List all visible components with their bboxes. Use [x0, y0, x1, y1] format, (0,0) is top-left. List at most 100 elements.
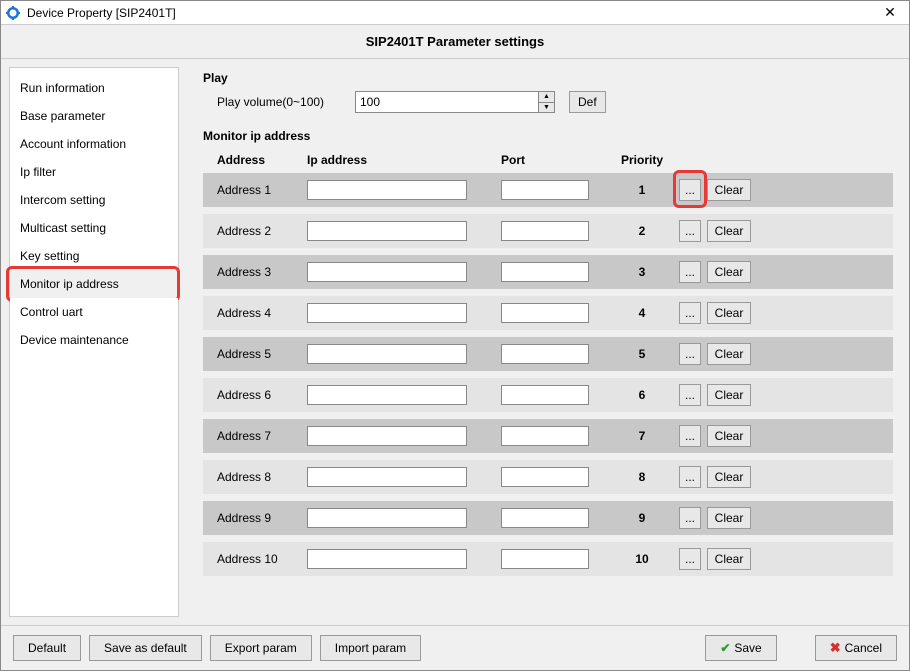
cancel-button[interactable]: ✖ Cancel	[815, 635, 897, 661]
browse-button[interactable]: ...	[679, 507, 701, 529]
sidebar-item-key-setting[interactable]: Key setting	[10, 242, 178, 270]
browse-button[interactable]: ...	[679, 425, 701, 447]
address-row: Address 7 7... Clear	[203, 419, 893, 453]
clear-button[interactable]: Clear	[707, 548, 751, 570]
clear-button[interactable]: Clear	[707, 384, 751, 406]
browse-button[interactable]: ...	[679, 548, 701, 570]
content: Run informationBase parameterAccount inf…	[1, 59, 909, 626]
browse-button[interactable]: ...	[679, 179, 701, 201]
clear-button[interactable]: Clear	[707, 302, 751, 324]
header-port: Port	[501, 153, 617, 167]
play-volume-spinner: ▲ ▼	[538, 92, 554, 112]
ip-address-input[interactable]	[307, 385, 467, 405]
port-input[interactable]	[501, 549, 589, 569]
browse-button[interactable]: ...	[679, 343, 701, 365]
browse-button[interactable]: ...	[679, 302, 701, 324]
clear-button[interactable]: Clear	[707, 425, 751, 447]
sidebar-item-ip-filter[interactable]: Ip filter	[10, 158, 178, 186]
sidebar: Run informationBase parameterAccount inf…	[9, 67, 179, 617]
priority-value: 6	[617, 388, 667, 402]
clear-button[interactable]: Clear	[707, 466, 751, 488]
browse-button[interactable]: ...	[679, 261, 701, 283]
sidebar-item-base-parameter[interactable]: Base parameter	[10, 102, 178, 130]
port-input[interactable]	[501, 508, 589, 528]
port-input[interactable]	[501, 344, 589, 364]
port-input[interactable]	[501, 303, 589, 323]
address-row-label: Address 8	[217, 470, 307, 484]
sidebar-item-account-information[interactable]: Account information	[10, 130, 178, 158]
port-input[interactable]	[501, 262, 589, 282]
monitor-table-header: Address Ip address Port Priority	[203, 149, 893, 173]
browse-button[interactable]: ...	[679, 220, 701, 242]
x-icon: ✖	[830, 640, 841, 656]
address-row-label: Address 5	[217, 347, 307, 361]
browse-button[interactable]: ...	[679, 466, 701, 488]
play-volume-input-wrap: ▲ ▼	[355, 91, 555, 113]
subtitle: SIP2401T Parameter settings	[366, 34, 544, 49]
ip-address-input[interactable]	[307, 549, 467, 569]
address-row: Address 88...Clear	[203, 460, 893, 494]
save-button-label: Save	[734, 641, 761, 655]
def-button[interactable]: Def	[569, 91, 606, 113]
window-title: Device Property [SIP2401T]	[27, 6, 875, 20]
header-address: Address	[217, 153, 307, 167]
spin-down-button[interactable]: ▼	[539, 103, 554, 113]
port-input[interactable]	[501, 385, 589, 405]
close-button[interactable]: ✕	[875, 2, 905, 24]
play-volume-input[interactable]	[356, 92, 538, 112]
sidebar-item-control-uart[interactable]: Control uart	[10, 298, 178, 326]
port-input[interactable]	[501, 221, 589, 241]
clear-button[interactable]: Clear	[707, 507, 751, 529]
check-icon: ✔	[720, 641, 730, 655]
save-button[interactable]: ✔ Save	[705, 635, 776, 661]
device-property-window: Device Property [SIP2401T] ✕ SIP2401T Pa…	[0, 0, 910, 671]
ip-address-input[interactable]	[307, 426, 467, 446]
port-input[interactable]	[501, 180, 589, 200]
header-priority: Priority	[617, 153, 667, 167]
ip-address-input[interactable]	[307, 508, 467, 528]
address-row-label: Address 3	[217, 265, 307, 279]
cancel-button-label: Cancel	[845, 641, 882, 655]
address-row-label: Address 2	[217, 224, 307, 238]
ip-address-input[interactable]	[307, 467, 467, 487]
priority-value: 5	[617, 347, 667, 361]
address-row: Address 4 4... Clear	[203, 296, 893, 330]
address-row: Address 5 5... Clear	[203, 337, 893, 371]
address-row-label: Address 1	[217, 183, 307, 197]
monitor-rows: Address 11...ClearAddress 22...ClearAddr…	[203, 173, 893, 576]
import-param-button[interactable]: Import param	[320, 635, 421, 661]
ip-address-input[interactable]	[307, 221, 467, 241]
address-row-label: Address 10	[217, 552, 307, 566]
ip-address-input[interactable]	[307, 180, 467, 200]
ip-address-input[interactable]	[307, 344, 467, 364]
clear-button[interactable]: Clear	[707, 261, 751, 283]
address-row-label: Address 4	[217, 306, 307, 320]
sidebar-item-run-information[interactable]: Run information	[10, 74, 178, 102]
sidebar-item-monitor-ip-address[interactable]: Monitor ip address	[10, 270, 178, 298]
spin-up-button[interactable]: ▲	[539, 92, 554, 103]
clear-button[interactable]: Clear	[707, 179, 751, 201]
port-input[interactable]	[501, 426, 589, 446]
sidebar-item-multicast-setting[interactable]: Multicast setting	[10, 214, 178, 242]
header-ip: Ip address	[307, 153, 501, 167]
address-row-label: Address 7	[217, 429, 307, 443]
address-row: Address 2 2... Clear	[203, 214, 893, 248]
export-param-button[interactable]: Export param	[210, 635, 312, 661]
sidebar-item-intercom-setting[interactable]: Intercom setting	[10, 186, 178, 214]
sidebar-item-device-maintenance[interactable]: Device maintenance	[10, 326, 178, 354]
priority-value: 2	[617, 224, 667, 238]
clear-button[interactable]: Clear	[707, 220, 751, 242]
address-row: Address 66...Clear	[203, 378, 893, 412]
address-row: Address 1010...Clear	[203, 542, 893, 576]
browse-button[interactable]: ...	[679, 384, 701, 406]
save-as-default-button[interactable]: Save as default	[89, 635, 202, 661]
priority-value: 4	[617, 306, 667, 320]
port-input[interactable]	[501, 467, 589, 487]
default-button[interactable]: Default	[13, 635, 81, 661]
monitor-section-title: Monitor ip address	[203, 129, 893, 143]
priority-value: 7	[617, 429, 667, 443]
ip-address-input[interactable]	[307, 303, 467, 323]
ip-address-input[interactable]	[307, 262, 467, 282]
address-row: Address 11...Clear	[203, 173, 893, 207]
clear-button[interactable]: Clear	[707, 343, 751, 365]
